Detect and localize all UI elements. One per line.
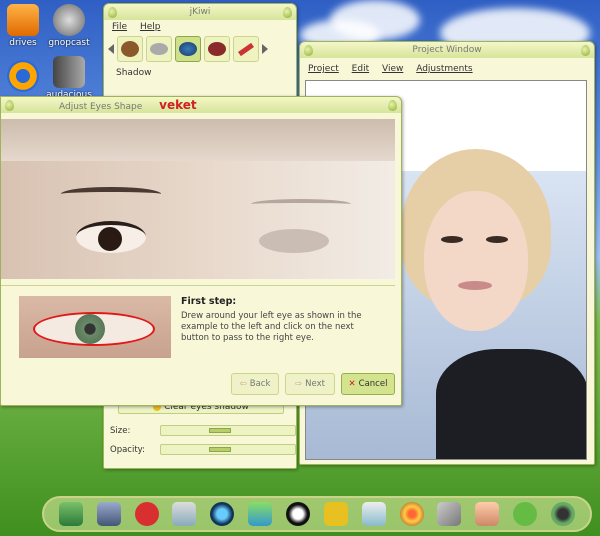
tool-strip — [104, 34, 296, 64]
help-icon[interactable] — [513, 502, 538, 526]
menu-adjustments[interactable]: Adjustments — [416, 64, 472, 74]
menu-view[interactable]: View — [382, 64, 403, 74]
tool-stone[interactable] — [146, 36, 172, 62]
mascot-icon[interactable] — [134, 502, 159, 526]
folder-icon[interactable] — [323, 502, 348, 526]
stone-icon — [150, 43, 168, 55]
adjust-eyes-dialog: Adjust Eyes Shape veket First step: Drew… — [0, 96, 402, 406]
image-viewer-icon[interactable] — [361, 502, 386, 526]
size-label: Size: — [110, 425, 131, 436]
opacity-slider-row: Opacity: — [110, 444, 296, 455]
section-label: Shadow — [116, 68, 152, 78]
tool-eyeshadow[interactable] — [175, 36, 201, 62]
cancel-button[interactable]: ✕ Cancel — [341, 373, 395, 395]
window-drop-icon[interactable] — [388, 100, 397, 111]
next-label: Next — [305, 379, 325, 389]
slider-knob[interactable] — [209, 428, 231, 433]
drives-icon — [7, 4, 39, 36]
pen-icon[interactable] — [437, 502, 462, 526]
dialog-title: Adjust Eyes Shape — [59, 102, 143, 112]
hair-icon — [121, 41, 139, 57]
photo-eye — [486, 236, 508, 243]
dock-bar — [42, 496, 592, 532]
tool-lipstick[interactable] — [233, 36, 259, 62]
window-drop-icon[interactable] — [304, 45, 313, 56]
eyeshadow-icon — [179, 42, 197, 56]
media-player-icon[interactable] — [210, 502, 235, 526]
project-menubar: Project Edit View Adjustments — [300, 62, 594, 76]
opacity-label: Opacity: — [110, 444, 145, 455]
desktop-icon-label: gnopcast — [48, 38, 90, 48]
menu-project[interactable]: Project — [308, 64, 339, 74]
project-titlebar[interactable]: Project Window — [300, 42, 594, 58]
example-eye-faded — [259, 229, 329, 253]
cancel-x-icon: ✕ — [348, 379, 356, 389]
next-arrow-icon: ⇨ — [295, 379, 303, 389]
jkiwi-menubar: File Help — [104, 20, 296, 34]
example-forehead — [1, 119, 395, 161]
photo-lips — [458, 281, 492, 290]
monitor-icon[interactable] — [96, 502, 121, 526]
window-drop-icon[interactable] — [581, 45, 590, 56]
scroll-left-icon[interactable] — [108, 44, 114, 54]
example-eye — [76, 221, 146, 253]
example-brow — [61, 187, 161, 201]
window-drop-icon[interactable] — [5, 100, 14, 111]
gnopcast-icon — [53, 4, 85, 36]
window-drop-icon[interactable] — [108, 7, 117, 18]
back-label: Back — [249, 379, 271, 389]
menu-file[interactable]: File — [112, 22, 127, 32]
webcam-icon[interactable] — [550, 502, 575, 526]
size-slider-row: Size: — [110, 425, 296, 436]
opacity-slider[interactable] — [160, 444, 296, 455]
desktop-icon-gnopcast[interactable]: gnopcast — [46, 4, 92, 48]
orange-swirl-icon — [7, 60, 39, 92]
slider-knob[interactable] — [209, 447, 231, 452]
photo-face — [424, 191, 528, 331]
back-button[interactable]: ⇦ Back — [231, 373, 279, 395]
desktop-icon-app[interactable] — [0, 60, 46, 94]
desktop-icon-label: drives — [9, 38, 37, 48]
instruction-panel: First step: Drew around your left eye as… — [1, 285, 395, 361]
eye-example-thumb — [19, 296, 171, 358]
example-image — [1, 119, 395, 279]
step-text: Drew around your left eye as shown in th… — [181, 311, 362, 343]
chart-icon[interactable] — [58, 502, 83, 526]
photo-eye — [441, 236, 463, 243]
paint-palette-icon[interactable] — [399, 502, 424, 526]
lipstick-icon — [238, 42, 254, 56]
example-iris — [98, 227, 122, 251]
next-button[interactable]: ⇨ Next — [285, 373, 335, 395]
step-title: First step: — [181, 296, 237, 307]
desktop-icon-drives[interactable]: drives — [0, 4, 46, 48]
menu-edit[interactable]: Edit — [352, 64, 369, 74]
scroll-right-icon[interactable] — [262, 44, 268, 54]
notes-icon[interactable] — [172, 502, 197, 526]
example-brow-faded — [251, 199, 351, 209]
menu-help[interactable]: Help — [140, 22, 161, 32]
size-slider[interactable] — [160, 425, 296, 436]
speaker-icon — [53, 56, 85, 88]
desktop-icon-audacious[interactable]: audacious — [46, 56, 92, 100]
compact-icon — [208, 42, 226, 56]
dialog-titlebar[interactable]: Adjust Eyes Shape veket — [1, 97, 401, 113]
project-title: Project Window — [412, 45, 482, 55]
back-arrow-icon: ⇦ — [239, 379, 247, 389]
jkiwi-title: jKiwi — [189, 7, 211, 17]
tool-compact[interactable] — [204, 36, 230, 62]
penguin-icon[interactable] — [285, 502, 310, 526]
photo-shoulder — [436, 349, 586, 459]
jkiwi-titlebar[interactable]: jKiwi — [104, 4, 296, 20]
eye-iris — [75, 314, 105, 344]
network-icon[interactable] — [248, 502, 273, 526]
cancel-label: Cancel — [358, 379, 388, 389]
watermark: veket — [159, 98, 197, 112]
window-drop-icon[interactable] — [283, 7, 292, 18]
tool-hair[interactable] — [117, 36, 143, 62]
photo-app-icon[interactable] — [475, 502, 500, 526]
